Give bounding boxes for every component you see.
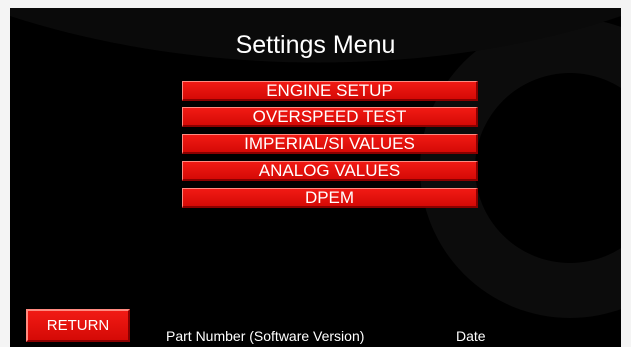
analog-values-button[interactable]: ANALOG VALUES <box>182 161 478 181</box>
return-button[interactable]: RETURN <box>26 309 130 342</box>
engine-setup-button[interactable]: ENGINE SETUP <box>182 81 478 101</box>
date-label: Date <box>456 328 486 344</box>
dpem-button[interactable]: DPEM <box>182 188 478 208</box>
page-title: Settings Menu <box>235 31 396 59</box>
page: Settings Menu ENGINE SETUP OVERSPEED TES… <box>0 0 631 347</box>
hmi-screen: Settings Menu ENGINE SETUP OVERSPEED TES… <box>10 8 621 347</box>
part-number-label: Part Number (Software Version) <box>166 328 365 344</box>
overspeed-test-button[interactable]: OVERSPEED TEST <box>182 107 478 127</box>
imperial-si-values-button[interactable]: IMPERIAL/SI VALUES <box>182 134 478 154</box>
